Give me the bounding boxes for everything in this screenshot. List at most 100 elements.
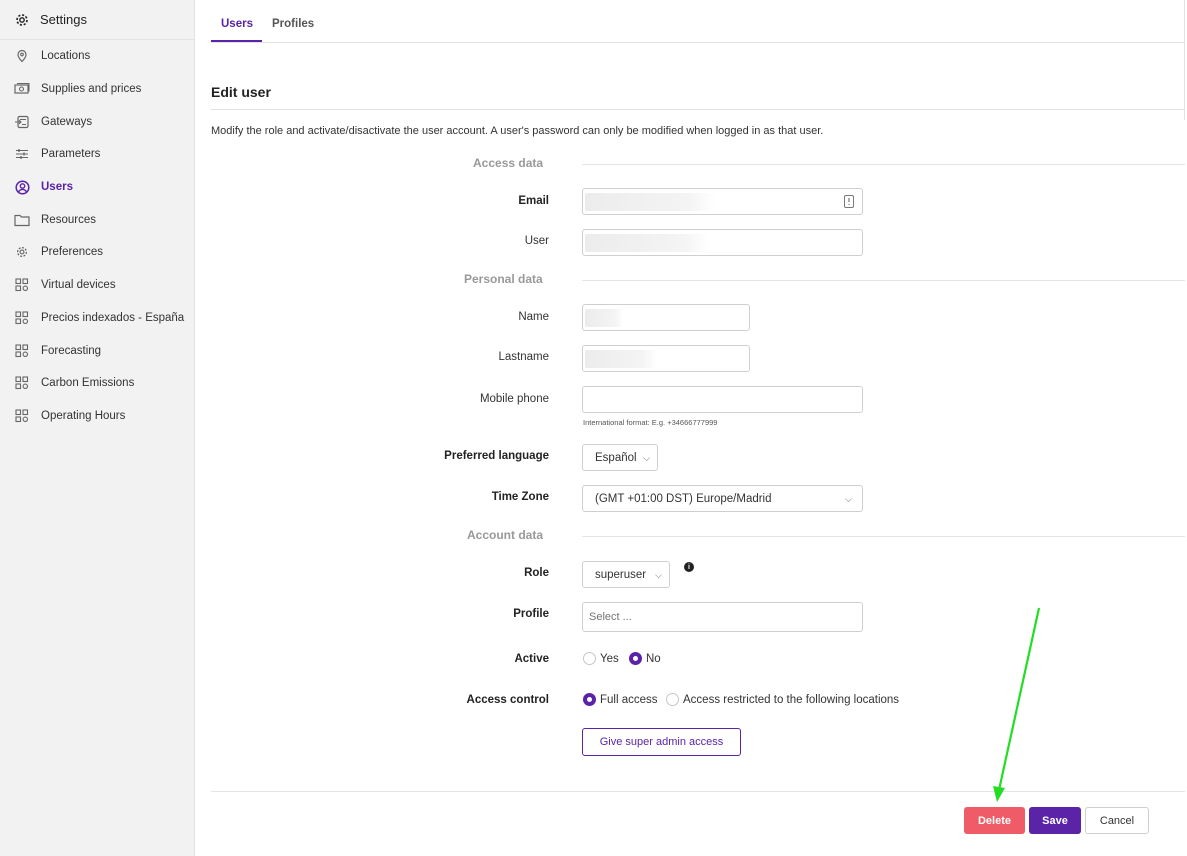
app-grid-icon [14, 310, 30, 326]
redacted-value [585, 234, 709, 252]
sidebar-header: Settings [0, 0, 194, 40]
sidebar-title: Settings [40, 12, 87, 27]
delete-button[interactable]: Delete [964, 807, 1025, 834]
mobile-hint: International format: E.g. +34666777999 [583, 418, 718, 427]
cancel-button[interactable]: Cancel [1085, 807, 1149, 834]
radio-button [583, 693, 596, 706]
sidebar-item-supplies[interactable]: Supplies and prices [0, 73, 194, 106]
active-tab-indicator [211, 40, 262, 42]
section-title-access: Access data [473, 156, 544, 170]
sidebar-item-label: Forecasting [41, 344, 102, 357]
tab-bar: Users Profiles [211, 0, 1185, 43]
access-control-label: Access control [466, 694, 549, 706]
restricted-access-radio[interactable]: Access restricted to the following locat… [666, 693, 899, 706]
sidebar-item-users[interactable]: Users [0, 171, 194, 204]
gateway-icon [14, 114, 30, 130]
email-field[interactable] [582, 188, 863, 215]
name-label: Name [518, 311, 549, 323]
role-select[interactable]: superuser ⌵ [582, 561, 670, 588]
radio-button [629, 652, 642, 665]
language-select[interactable]: Español ⌵ [582, 444, 658, 471]
radio-button [666, 693, 679, 706]
page-description: Modify the role and activate/disactivate… [211, 125, 824, 137]
sliders-icon [14, 146, 30, 162]
section-title-account: Account data [467, 528, 544, 542]
sidebar-item-label: Gateways [41, 115, 93, 128]
redacted-value [585, 309, 623, 327]
sidebar-item-label: Parameters [41, 148, 101, 161]
location-pin-icon [14, 48, 30, 64]
gear-icon [14, 12, 30, 28]
divider [582, 536, 1185, 537]
sidebar-item-parameters[interactable]: Parameters [0, 138, 194, 171]
timezone-select[interactable]: (GMT +01:00 DST) Europe/Madrid ⌵ [582, 485, 863, 512]
lastname-field[interactable] [582, 345, 750, 372]
role-label: Role [524, 567, 549, 579]
folder-icon [14, 212, 30, 228]
app-grid-icon [14, 277, 30, 293]
sidebar-item-label: Users [41, 181, 73, 194]
sidebar-item-label: Supplies and prices [41, 83, 142, 96]
radio-label: No [646, 652, 661, 665]
full-access-radio[interactable]: Full access [583, 693, 658, 706]
sidebar-item-locations[interactable]: Locations [0, 40, 194, 73]
radio-label: Yes [600, 652, 619, 665]
redacted-value [585, 350, 657, 368]
divider [1184, 0, 1185, 120]
sidebar-item-preferences[interactable]: Preferences [0, 236, 194, 269]
divider [211, 109, 1185, 110]
sidebar-item-label: Resources [41, 213, 96, 226]
user-label: User [524, 235, 549, 247]
divider [211, 791, 1185, 792]
gear-icon [14, 244, 30, 260]
name-field[interactable] [582, 304, 750, 331]
active-yes-radio[interactable]: Yes [583, 652, 619, 665]
app-grid-icon [14, 375, 30, 391]
autofill-icon [844, 195, 854, 211]
sidebar-item-label: Preferences [41, 246, 104, 259]
sidebar-item-label: Carbon Emissions [41, 377, 135, 390]
tab-users[interactable]: Users [221, 18, 253, 30]
chevron-down-icon: ⌵ [643, 453, 650, 463]
email-label: Email [518, 195, 549, 207]
redacted-value [585, 193, 715, 211]
tab-profiles[interactable]: Profiles [272, 18, 314, 30]
sidebar-item-resources[interactable]: Resources [0, 203, 194, 236]
chevron-down-icon: ⌵ [845, 494, 852, 504]
sidebar-item-operating-hours[interactable]: Operating Hours [0, 400, 194, 433]
sidebar-item-label: Locations [41, 50, 91, 63]
give-super-admin-button[interactable]: Give super admin access [582, 728, 741, 756]
user-circle-icon [14, 179, 30, 195]
sidebar-item-virtual-devices[interactable]: Virtual devices [0, 269, 194, 302]
sidebar-item-label: Virtual devices [41, 279, 116, 292]
divider [582, 164, 1185, 165]
save-button[interactable]: Save [1029, 807, 1081, 834]
sidebar-item-precios-indexados[interactable]: Precios indexados - España [0, 302, 194, 335]
section-title-personal: Personal data [464, 272, 543, 286]
profile-label: Profile [513, 608, 549, 620]
profile-select[interactable] [582, 602, 863, 632]
chevron-down-icon: ⌵ [655, 570, 662, 580]
info-icon[interactable]: i [684, 562, 694, 572]
timezone-label: Time Zone [491, 491, 549, 503]
app-grid-icon [14, 408, 30, 424]
language-label: Preferred language [444, 450, 549, 462]
sidebar-item-forecasting[interactable]: Forecasting [0, 334, 194, 367]
role-value: superuser [595, 568, 647, 581]
page-title: Edit user [211, 84, 271, 100]
sidebar-item-gateways[interactable]: Gateways [0, 105, 194, 138]
lastname-label: Lastname [498, 351, 549, 363]
app-grid-icon [14, 343, 30, 359]
radio-label: Full access [600, 693, 658, 706]
sidebar-item-label: Operating Hours [41, 409, 126, 422]
radio-label: Access restricted to the following locat… [683, 693, 900, 706]
mobile-field[interactable] [582, 386, 863, 413]
timezone-value: (GMT +01:00 DST) Europe/Madrid [595, 492, 772, 505]
money-icon [14, 81, 30, 97]
user-field[interactable] [582, 229, 863, 256]
sidebar-item-carbon-emissions[interactable]: Carbon Emissions [0, 367, 194, 400]
sidebar: Settings Locations Supplies and prices G… [0, 0, 195, 856]
language-value: Español [595, 451, 637, 464]
active-no-radio[interactable]: No [629, 652, 661, 665]
radio-button [583, 652, 596, 665]
